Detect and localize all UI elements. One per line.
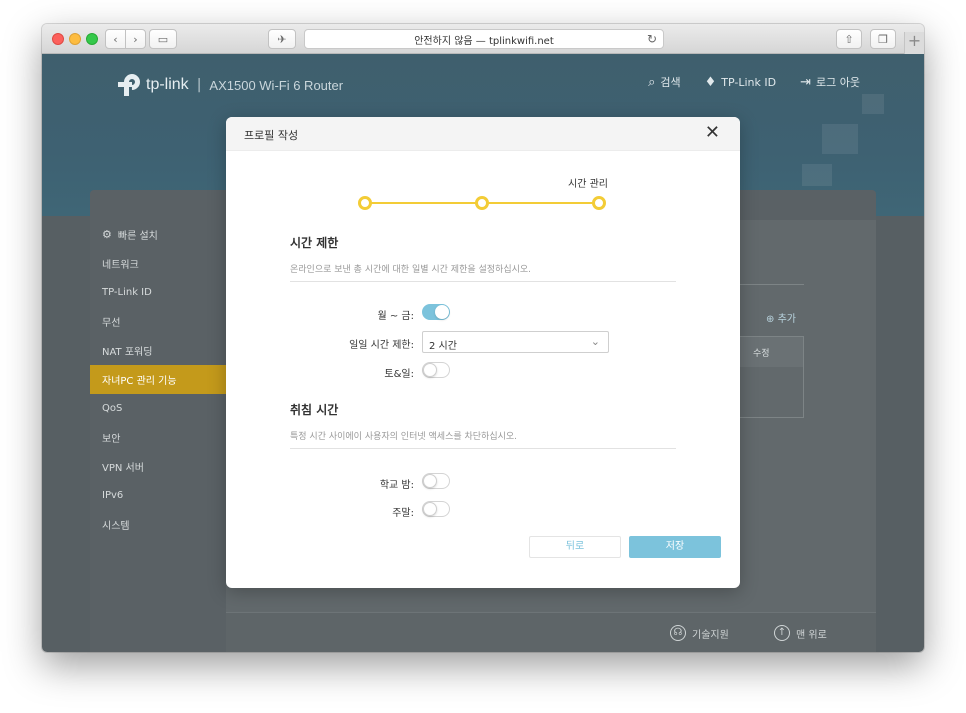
close-icon[interactable]: ✕	[705, 123, 720, 143]
weekend-label: 토&일:	[384, 369, 414, 380]
new-tab-button[interactable]: +	[904, 32, 924, 54]
support-link[interactable]: ☊ 기술지원	[670, 625, 729, 641]
time-limit-description: 온라인으로 보낸 총 시간에 대한 일별 시간 제한을 설정하십시오.	[290, 262, 676, 282]
sidebar-icon: ▭	[157, 32, 169, 46]
weekday-toggle[interactable]	[422, 304, 450, 320]
headset-icon: ☊	[670, 625, 686, 641]
router-model: AX1500 Wi-Fi 6 Router	[209, 77, 344, 93]
tplink-id-icon: ♦	[704, 74, 717, 90]
profile-table: 수정	[736, 336, 804, 418]
back-to-top-link[interactable]: ↑ 맨 위로	[774, 625, 827, 641]
arrow-up-icon: ↑	[774, 625, 790, 641]
step-dot	[358, 196, 372, 210]
tabs-icon: ❐	[878, 32, 888, 46]
dialog-header: 프로필 작성 ✕	[226, 117, 740, 151]
school-night-label: 학교 밤:	[379, 480, 414, 491]
sidebar-item-wireless[interactable]: 무선	[90, 307, 226, 336]
bedtime-weekend-toggle[interactable]	[422, 501, 450, 517]
page-footer: ☊ 기술지원 ↑ 맨 위로	[226, 612, 876, 652]
toggle-knob	[423, 474, 437, 488]
daily-limit-label: 일일 시간 제한:	[349, 340, 414, 351]
address-bar[interactable]: 안전하지 않음 — tplinkwifi.net ↻	[304, 29, 664, 49]
daily-limit-select[interactable]: 2 시간 ⌄	[422, 331, 609, 353]
chevron-left-icon: ‹	[113, 32, 118, 46]
school-night-toggle[interactable]	[422, 473, 450, 489]
sidebar-nav: ⚙ 빠른 설치 네트워크 TP-Link ID 무선 NAT 포워딩 자녀PC 관…	[90, 220, 226, 539]
create-profile-dialog: 프로필 작성 ✕ 시간 관리 시간 제한 온라인으로 보낸 총 시간에 대한 일…	[226, 117, 740, 588]
back-nav-button[interactable]: ‹	[105, 29, 126, 49]
bedtime-description: 특정 시간 사이에이 사용자의 인터넷 액세스를 차단하십시오.	[290, 429, 676, 449]
header-links: ⌕ 검색 ♦ TP-Link ID ⇥ 로그 아웃	[648, 74, 860, 91]
sidebar-toggle-button[interactable]: ▭	[149, 29, 177, 49]
current-step-label: 시간 관리	[568, 179, 608, 190]
header-decoration	[862, 94, 884, 114]
address-text: 안전하지 않음 — tplinkwifi.net	[414, 35, 554, 47]
brand-name: tp-link	[146, 76, 189, 93]
bedtime-weekend-label: 주말:	[392, 508, 414, 519]
show-tabs-button[interactable]: ❐	[870, 29, 896, 49]
step-dot	[592, 196, 606, 210]
sidebar-item-vpn-server[interactable]: VPN 서버	[90, 452, 226, 481]
sidebar-item-system[interactable]: 시스템	[90, 510, 226, 539]
toggle-knob	[423, 502, 437, 516]
extension-icon: ✈	[277, 32, 287, 46]
bedtime-title: 취침 시간	[290, 403, 339, 417]
sidebar-item-nat-forwarding[interactable]: NAT 포워딩	[90, 336, 226, 365]
sidebar-item-ipv6[interactable]: IPv6	[90, 481, 226, 510]
search-link[interactable]: ⌕ 검색	[648, 74, 681, 90]
add-button[interactable]: ⊕ 추가	[766, 310, 796, 325]
reload-icon[interactable]: ↻	[647, 32, 657, 46]
search-icon: ⌕	[648, 75, 656, 90]
share-button[interactable]: ⇧	[836, 29, 862, 49]
chevron-down-icon: ⌄	[590, 335, 600, 348]
forward-nav-button[interactable]: ›	[125, 29, 146, 49]
logout-icon: ⇥	[800, 75, 812, 90]
brand-separator: |	[196, 77, 202, 93]
extension-button[interactable]: ✈	[268, 29, 296, 49]
step-dot	[475, 196, 489, 210]
sidebar-item-parental-controls[interactable]: 자녀PC 관리 기능	[90, 365, 226, 394]
plus-circle-icon: ⊕	[766, 314, 778, 325]
time-limit-title: 시간 제한	[290, 236, 339, 250]
tplink-logo[interactable]: tp-link | AX1500 Wi-Fi 6 Router	[118, 70, 344, 96]
save-button[interactable]: 저장	[629, 536, 721, 558]
toggle-knob	[423, 363, 437, 377]
edit-column-header: 수정	[737, 337, 803, 367]
sidebar-item-tplink-id[interactable]: TP-Link ID	[90, 278, 226, 307]
daily-limit-value: 2 시간	[429, 341, 457, 352]
weekday-label: 월 ~ 금:	[377, 311, 414, 322]
header-decoration	[822, 124, 858, 154]
close-window-button[interactable]	[52, 33, 64, 45]
sidebar-item-network[interactable]: 네트워크	[90, 249, 226, 278]
minimize-window-button[interactable]	[69, 33, 81, 45]
tplink-logo-icon	[118, 70, 144, 96]
sidebar-item-qos[interactable]: QoS	[90, 394, 226, 423]
browser-toolbar: ‹ › ▭ ✈ 안전하지 않음 — tplinkwifi.net ↻ ⇧ ❐ +	[42, 24, 924, 54]
weekend-toggle[interactable]	[422, 362, 450, 378]
divider	[736, 284, 804, 285]
back-button[interactable]: 뒤로	[529, 536, 621, 558]
header-decoration	[802, 164, 832, 186]
toggle-knob	[435, 305, 449, 319]
sidebar-item-quick-setup[interactable]: ⚙ 빠른 설치	[90, 220, 226, 249]
sidebar-item-security[interactable]: 보안	[90, 423, 226, 452]
share-icon: ⇧	[844, 32, 854, 46]
zoom-window-button[interactable]	[86, 33, 98, 45]
tplink-id-link[interactable]: ♦ TP-Link ID	[705, 75, 776, 90]
step-progress	[358, 193, 606, 213]
gear-icon: ⚙	[102, 228, 112, 241]
logout-link[interactable]: ⇥ 로그 아웃	[800, 74, 860, 90]
chevron-right-icon: ›	[133, 32, 138, 46]
dialog-title: 프로필 작성	[244, 129, 299, 142]
